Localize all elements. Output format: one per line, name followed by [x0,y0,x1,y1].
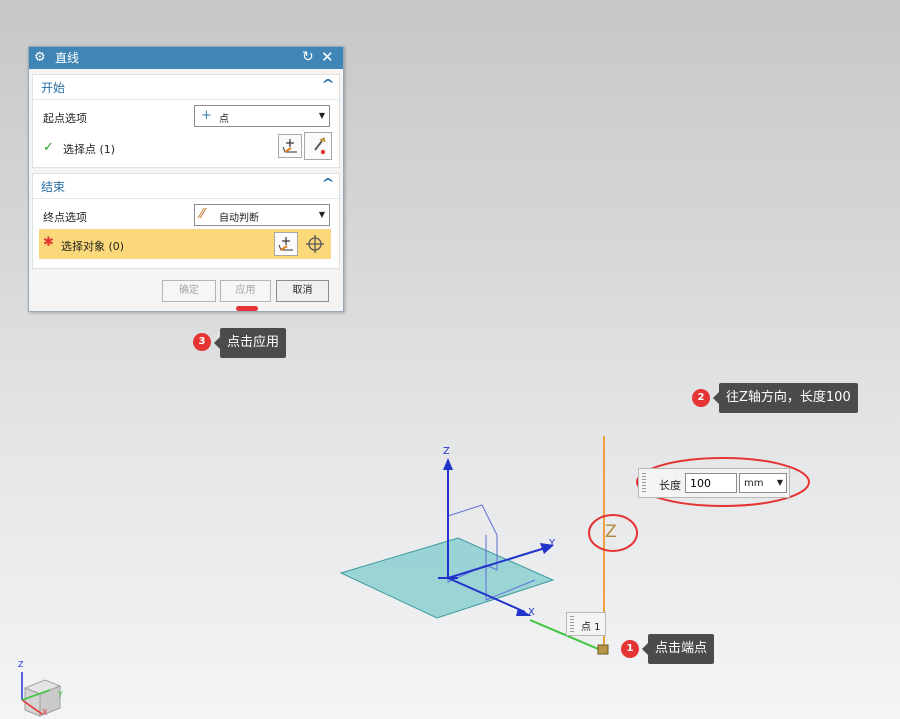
drag-handle[interactable] [570,616,574,632]
unit-select[interactable]: mm ▼ [739,473,787,493]
unit-value: mm [744,478,764,489]
length-label: 长度 [659,479,681,492]
z-axis-label: Z [443,446,450,457]
point-label-box: 点 1 [566,612,606,636]
viewport-graphics [21,436,810,717]
triad-y-label: Y [58,690,63,699]
endpoint-marker[interactable] [597,644,609,655]
triad-x-label: X [42,708,48,717]
z-direction-marker[interactable]: Z [605,522,617,542]
length-field[interactable] [685,473,737,493]
z-axis-arrow [443,458,453,470]
drag-handle[interactable] [642,473,646,493]
chevron-down-icon: ▼ [776,478,783,487]
length-input-box: 长度 mm ▼ [638,468,790,498]
triad-z-label: Z [18,660,24,669]
y-axis-label: Y [549,538,556,549]
point-label: 点 1 [581,622,601,633]
x-axis-label: X [528,607,535,618]
